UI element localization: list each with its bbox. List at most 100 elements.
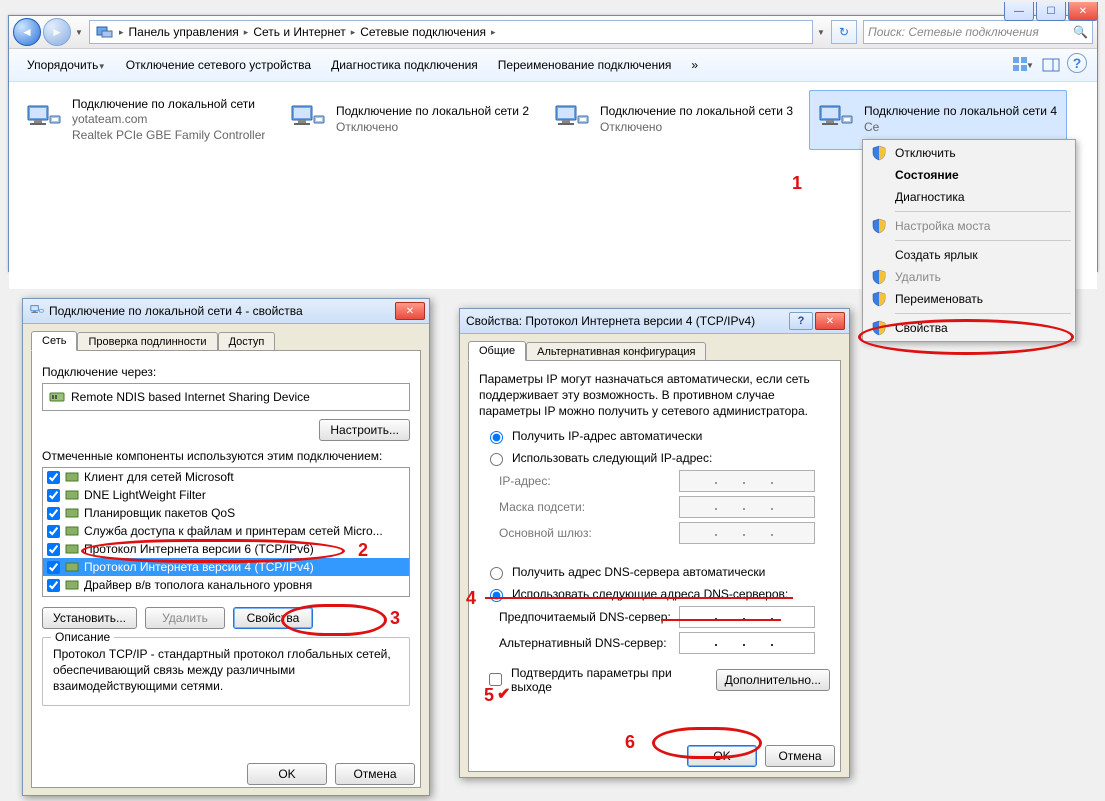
tab-access[interactable]: Доступ	[218, 332, 276, 352]
nav-back-button[interactable]: ◄	[13, 18, 41, 46]
component-checkbox[interactable]	[47, 543, 60, 556]
ip-manual-radio[interactable]	[490, 453, 503, 466]
component-label: Протокол Интернета версии 4 (TCP/IPv4)	[84, 560, 314, 574]
component-checkbox[interactable]	[47, 597, 60, 598]
breadcrumb-dropdown[interactable]: ▼	[815, 28, 827, 37]
context-menu-label: Создать ярлык	[895, 248, 978, 262]
adapter-name: Remote NDIS based Internet Sharing Devic…	[71, 390, 310, 404]
connection-item[interactable]: Подключение по локальной сети 3 Отключен…	[545, 90, 803, 150]
component-row[interactable]: Протокол Интернета версии 4 (TCP/IPv4)	[43, 558, 409, 576]
component-row[interactable]: Планировщик пакетов QoS	[43, 504, 409, 522]
dialog-titlebar[interactable]: Подключение по локальной сети 4 - свойст…	[23, 299, 429, 324]
network-adapter-icon	[286, 93, 330, 137]
rename-button[interactable]: Переименование подключения	[490, 54, 680, 76]
tab-auth[interactable]: Проверка подлинности	[77, 332, 217, 352]
component-row[interactable]: Драйвер в/в тополога канального уровня	[43, 576, 409, 594]
connection-status: Отключено	[336, 120, 529, 136]
context-menu-item[interactable]: Создать ярлык	[865, 244, 1073, 266]
tab-panel: Подключение через: Remote NDIS based Int…	[31, 350, 421, 788]
component-label: Протокол Интернета версии 6 (TCP/IPv6)	[84, 542, 314, 556]
minimize-button[interactable]: —	[1004, 2, 1034, 21]
close-button[interactable]: ✕	[815, 312, 845, 330]
cancel-button[interactable]: Отмена	[335, 763, 415, 785]
component-icon	[64, 559, 80, 575]
shield-icon	[871, 291, 887, 307]
component-label: DNE LightWeight Filter	[84, 488, 206, 502]
context-menu-item[interactable]: Переименовать	[865, 288, 1073, 310]
annotation-3: 3	[390, 608, 400, 629]
preview-pane-button[interactable]	[1039, 53, 1063, 77]
ok-button[interactable]: OK	[687, 745, 757, 767]
component-row[interactable]: Протокол Интернета версии 6 (TCP/IPv6)	[43, 540, 409, 558]
context-menu-item: Удалить	[865, 266, 1073, 288]
dns-manual-radio[interactable]	[490, 589, 503, 602]
component-row[interactable]: Ответчик обнаружения топологии канальног…	[43, 594, 409, 597]
ip-address-input	[679, 470, 815, 492]
context-menu-item: Настройка моста	[865, 215, 1073, 237]
adapter-icon	[49, 389, 65, 405]
nav-history-dropdown[interactable]: ▼	[73, 28, 85, 37]
view-button[interactable]: ▼	[1011, 53, 1035, 77]
diagnose-button[interactable]: Диагностика подключения	[323, 54, 486, 76]
dns-auto-label: Получить адрес DNS-сервера автоматически	[512, 565, 765, 579]
dns-auto-radio[interactable]	[490, 567, 503, 580]
component-checkbox[interactable]	[47, 489, 60, 502]
component-row[interactable]: Клиент для сетей Microsoft	[43, 468, 409, 486]
component-checkbox[interactable]	[47, 525, 60, 538]
component-checkbox[interactable]	[47, 471, 60, 484]
adapter-field: Remote NDIS based Internet Sharing Devic…	[42, 383, 410, 411]
toolbar: Упорядочить ▼ Отключение сетевого устрой…	[9, 49, 1097, 82]
context-menu-item[interactable]: Отключить	[865, 142, 1073, 164]
context-menu-label: Отключить	[895, 146, 956, 160]
dns-alt-input[interactable]	[679, 632, 815, 654]
install-button[interactable]: Установить...	[42, 607, 137, 629]
disable-device-button[interactable]: Отключение сетевого устройства	[118, 54, 319, 76]
context-menu-label: Состояние	[895, 168, 959, 182]
component-label: Драйвер в/в тополога канального уровня	[84, 578, 312, 592]
dns-pref-input[interactable]	[679, 606, 815, 628]
context-menu-item[interactable]: Диагностика	[865, 186, 1073, 208]
close-button[interactable]: ✕	[395, 302, 425, 320]
component-checkbox[interactable]	[47, 507, 60, 520]
components-label: Отмеченные компоненты используются этим …	[42, 449, 410, 463]
close-button[interactable]: ✕	[1068, 2, 1098, 21]
component-row[interactable]: Служба доступа к файлам и принтерам сете…	[43, 522, 409, 540]
context-menu-item[interactable]: Свойства	[865, 317, 1073, 339]
connection-status: Се	[864, 120, 1057, 136]
crumb-connections[interactable]: Сетевые подключения	[358, 25, 488, 39]
connection-status: Отключено	[600, 120, 793, 136]
more-commands-button[interactable]: »	[683, 54, 706, 76]
connection-item[interactable]: Подключение по локальной сети 2 Отключен…	[281, 90, 539, 150]
maximize-button[interactable]: ☐	[1036, 2, 1066, 21]
component-icon	[64, 469, 80, 485]
advanced-button[interactable]: Дополнительно...	[716, 669, 830, 691]
context-menu-item[interactable]: Состояние	[865, 164, 1073, 186]
crumb-network[interactable]: Сеть и Интернет	[251, 25, 347, 39]
breadcrumb-net-icon[interactable]	[94, 24, 116, 40]
description-group: Описание Протокол TCP/IP - стандартный п…	[42, 637, 410, 706]
connection-item[interactable]: Подключение по локальной сети yotateam.c…	[17, 90, 275, 150]
configure-button[interactable]: Настроить...	[319, 419, 410, 441]
crumb-control-panel[interactable]: Панель управления	[127, 25, 241, 39]
properties-button[interactable]: Свойства	[233, 607, 313, 629]
connection-name: Подключение по локальной сети 3	[600, 104, 793, 120]
organize-button[interactable]: Упорядочить ▼	[19, 54, 114, 76]
component-checkbox[interactable]	[47, 579, 60, 592]
search-input[interactable]: Поиск: Сетевые подключения 🔍	[863, 20, 1093, 44]
component-checkbox[interactable]	[47, 561, 60, 574]
breadcrumb[interactable]: ▸ Панель управления ▸ Сеть и Интернет ▸ …	[89, 20, 813, 44]
ip-auto-radio[interactable]	[490, 431, 503, 444]
tab-network[interactable]: Сеть	[31, 331, 77, 351]
refresh-button[interactable]: ↻	[831, 20, 857, 44]
components-list[interactable]: Клиент для сетей Microsoft DNE LightWeig…	[42, 467, 410, 597]
tab-general[interactable]: Общие	[468, 341, 526, 361]
component-row[interactable]: DNE LightWeight Filter	[43, 486, 409, 504]
help-button[interactable]: ?	[789, 312, 813, 330]
help-button[interactable]: ?	[1067, 53, 1087, 73]
ok-button[interactable]: OK	[247, 763, 327, 785]
tab-alt-config[interactable]: Альтернативная конфигурация	[526, 342, 706, 362]
nav-forward-button[interactable]: ►	[43, 18, 71, 46]
dialog-titlebar[interactable]: Свойства: Протокол Интернета версии 4 (T…	[460, 309, 849, 334]
remove-button[interactable]: Удалить	[145, 607, 225, 629]
cancel-button[interactable]: Отмена	[765, 745, 835, 767]
